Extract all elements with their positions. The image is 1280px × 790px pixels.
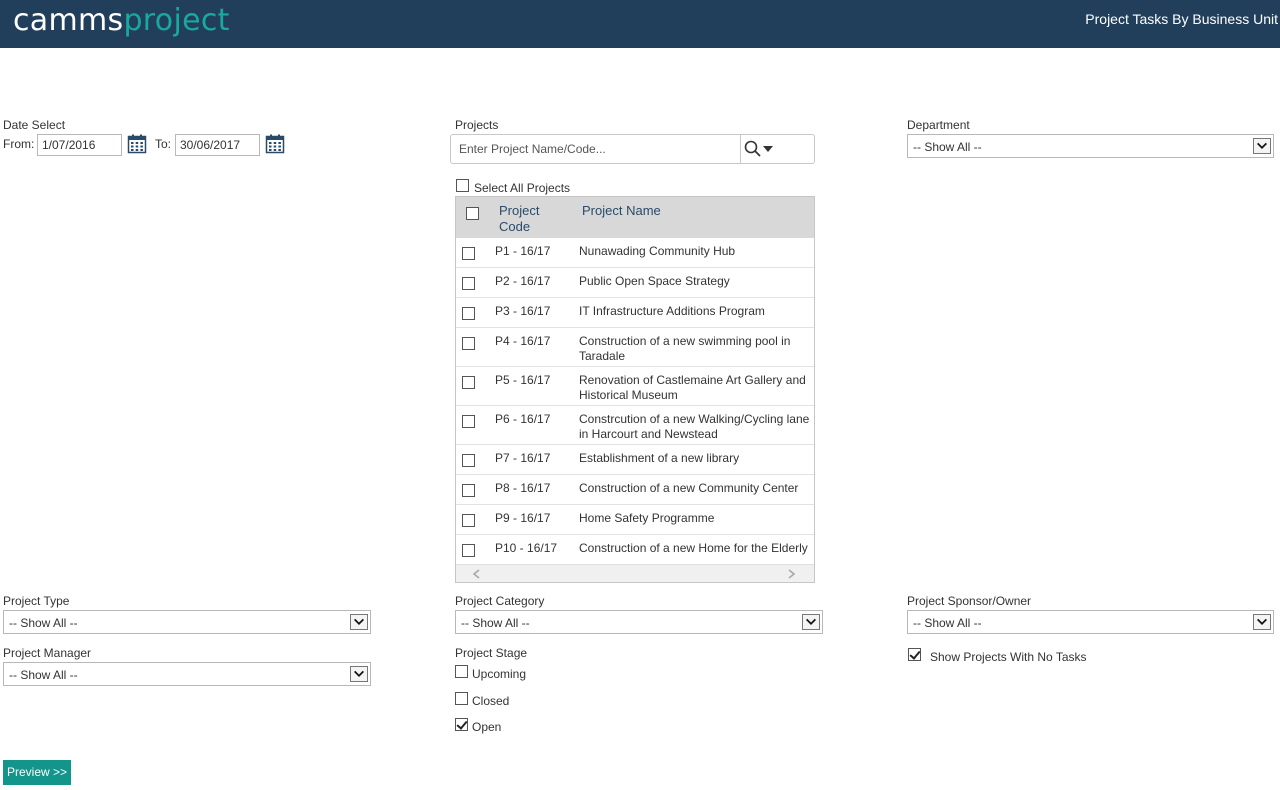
row-checkbox[interactable] bbox=[462, 484, 475, 497]
table-row[interactable]: P1 - 16/17 Nunawading Community Hub bbox=[456, 238, 814, 268]
show-no-tasks-label: Show Projects With No Tasks bbox=[930, 650, 1087, 664]
project-code: P8 - 16/17 bbox=[495, 481, 551, 495]
to-label: To: bbox=[155, 137, 172, 151]
preview-button[interactable]: Preview >> bbox=[3, 760, 71, 785]
project-search-input[interactable] bbox=[452, 136, 738, 162]
search-button[interactable] bbox=[740, 135, 814, 163]
table-row[interactable]: P5 - 16/17 Renovation of Castlemaine Art… bbox=[456, 367, 814, 406]
stage-open-checkbox[interactable] bbox=[455, 718, 468, 731]
stage-upcoming-checkbox[interactable] bbox=[455, 665, 468, 678]
project-manager-select[interactable]: -- Show All -- bbox=[3, 662, 371, 686]
chevron-down-icon bbox=[1253, 614, 1271, 630]
project-name: Construction of a new Community Center bbox=[579, 481, 799, 495]
project-name: Nunawading Community Hub bbox=[579, 244, 736, 258]
table-row[interactable]: P4 - 16/17 Construction of a new swimmin… bbox=[456, 328, 814, 367]
project-category-select[interactable]: -- Show All -- bbox=[455, 610, 823, 634]
row-checkbox[interactable] bbox=[462, 307, 475, 320]
project-code: P4 - 16/17 bbox=[495, 334, 551, 348]
project-code: P1 - 16/17 bbox=[495, 244, 551, 258]
project-category-label: Project Category bbox=[455, 594, 545, 608]
date-select-label: Date Select bbox=[3, 118, 66, 132]
page-title: Project Tasks By Business Unit bbox=[1085, 11, 1278, 27]
chevron-down-icon bbox=[350, 666, 368, 682]
project-code: P5 - 16/17 bbox=[495, 373, 551, 387]
stage-open-label: Open bbox=[472, 720, 502, 734]
project-name: IT Infrastructure Additions Program bbox=[579, 304, 765, 318]
project-code: P10 - 16/17 bbox=[495, 541, 558, 555]
chevron-right-icon[interactable] bbox=[788, 569, 796, 579]
project-code: P3 - 16/17 bbox=[495, 304, 551, 318]
horizontal-scrollbar[interactable] bbox=[456, 564, 814, 582]
projects-grid: Project Code Project Name P1 - 16/17 Nun… bbox=[455, 196, 815, 583]
project-name: Renovation of Castlemaine Art Gallery an… bbox=[579, 373, 806, 402]
grid-header: Project Code Project Name bbox=[456, 197, 814, 238]
project-type-select[interactable]: -- Show All -- bbox=[3, 610, 371, 634]
from-label: From: bbox=[3, 137, 35, 151]
project-sponsor-select[interactable]: -- Show All -- bbox=[907, 610, 1274, 634]
row-checkbox[interactable] bbox=[462, 415, 475, 428]
column-header-project-name[interactable]: Project Name bbox=[582, 203, 661, 219]
table-row[interactable]: P10 - 16/17 Construction of a new Home f… bbox=[456, 535, 814, 565]
row-checkbox[interactable] bbox=[462, 337, 475, 350]
column-header-project-code[interactable]: Project Code bbox=[499, 203, 559, 235]
project-code: P2 - 16/17 bbox=[495, 274, 551, 288]
calendar-icon[interactable] bbox=[127, 134, 147, 154]
project-name: Construction of a new swimming pool in T… bbox=[579, 334, 791, 363]
department-select[interactable]: -- Show All -- bbox=[907, 134, 1274, 158]
project-name: Construction of a new Home for the Elder… bbox=[579, 541, 808, 555]
row-checkbox[interactable] bbox=[462, 247, 475, 260]
department-label: Department bbox=[907, 118, 970, 132]
app-header: cammsproject Project Tasks By Business U… bbox=[0, 0, 1280, 48]
stage-upcoming-label: Upcoming bbox=[472, 667, 527, 681]
chevron-down-icon bbox=[1253, 138, 1271, 154]
header-checkbox[interactable] bbox=[466, 207, 479, 220]
chevron-down-icon bbox=[763, 146, 773, 152]
project-code: P7 - 16/17 bbox=[495, 451, 551, 465]
stage-closed-checkbox[interactable] bbox=[455, 692, 468, 705]
row-checkbox[interactable] bbox=[462, 277, 475, 290]
project-name: Constrcution of a new Walking/Cycling la… bbox=[579, 412, 810, 441]
project-sponsor-label: Project Sponsor/Owner bbox=[907, 594, 1032, 608]
stage-closed-label: Closed bbox=[472, 694, 510, 708]
from-date-input[interactable] bbox=[37, 134, 122, 156]
select-all-projects-checkbox[interactable] bbox=[456, 179, 469, 192]
select-all-projects-label: Select All Projects bbox=[474, 181, 571, 195]
row-checkbox[interactable] bbox=[462, 544, 475, 557]
project-search-box bbox=[450, 134, 815, 164]
table-row[interactable]: P3 - 16/17 IT Infrastructure Additions P… bbox=[456, 298, 814, 328]
project-code: P6 - 16/17 bbox=[495, 412, 551, 426]
show-no-tasks-checkbox[interactable] bbox=[908, 648, 921, 661]
chevron-down-icon bbox=[350, 614, 368, 630]
row-checkbox[interactable] bbox=[462, 454, 475, 467]
chevron-left-icon[interactable] bbox=[472, 569, 480, 579]
row-checkbox[interactable] bbox=[462, 376, 475, 389]
table-row[interactable]: P7 - 16/17 Establishment of a new librar… bbox=[456, 445, 814, 475]
table-row[interactable]: P8 - 16/17 Construction of a new Communi… bbox=[456, 475, 814, 505]
search-icon bbox=[744, 140, 761, 157]
table-row[interactable]: P9 - 16/17 Home Safety Programme bbox=[456, 505, 814, 535]
project-name: Public Open Space Strategy bbox=[579, 274, 730, 288]
table-row[interactable]: P6 - 16/17 Constrcution of a new Walking… bbox=[456, 406, 814, 445]
project-name: Home Safety Programme bbox=[579, 511, 715, 525]
table-row[interactable]: P2 - 16/17 Public Open Space Strategy bbox=[456, 268, 814, 298]
row-checkbox[interactable] bbox=[462, 514, 475, 527]
project-stage-label: Project Stage bbox=[455, 646, 528, 660]
project-code: P9 - 16/17 bbox=[495, 511, 551, 525]
project-name: Establishment of a new library bbox=[579, 451, 740, 465]
project-manager-label: Project Manager bbox=[3, 646, 92, 660]
project-type-label: Project Type bbox=[3, 594, 70, 608]
chevron-down-icon bbox=[802, 614, 820, 630]
app-logo: cammsproject bbox=[13, 3, 230, 38]
calendar-icon[interactable] bbox=[265, 134, 285, 154]
to-date-input[interactable] bbox=[175, 134, 260, 156]
projects-label: Projects bbox=[455, 118, 499, 132]
